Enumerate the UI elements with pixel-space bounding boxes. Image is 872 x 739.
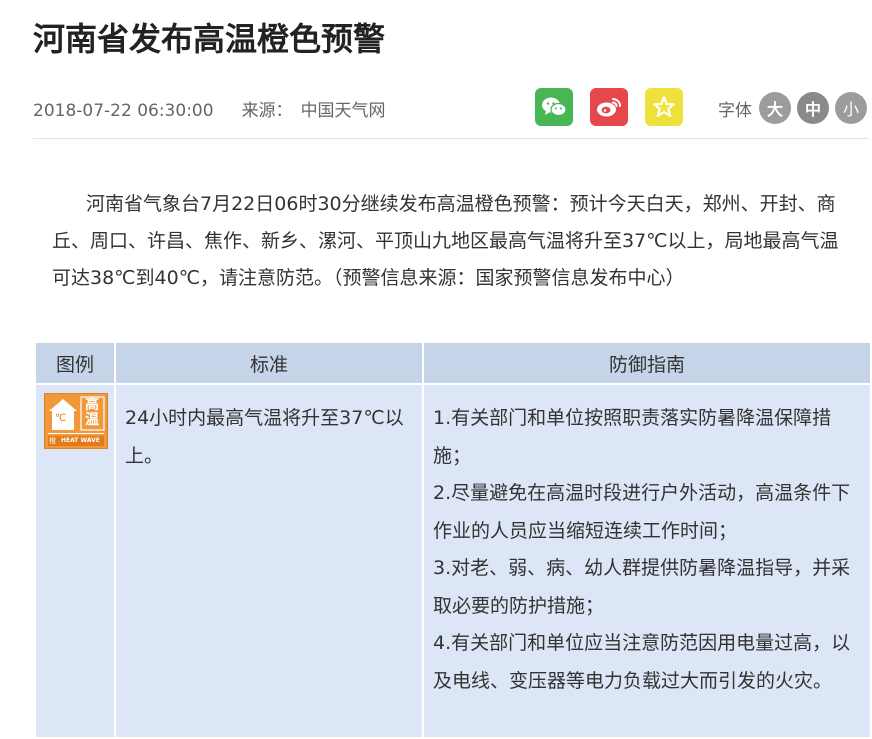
font-size-label: 字体	[718, 101, 752, 121]
guide-item-4: 4.有关部门和单位应当注意防范因用电量过高，以及电线、变压器等电力负载过大而引发…	[433, 632, 851, 692]
icon-caption: HEAT WAVE	[61, 437, 100, 444]
source-value[interactable]: 中国天气网	[301, 101, 386, 121]
article-meta: 2018-07-22 06:30:00 来源： 中国天气网	[33, 96, 386, 121]
legend-cell: 高 温 ℃ 橙 HEAT WAVE	[34, 383, 116, 739]
header-guide: 防御指南	[422, 341, 872, 385]
wechat-share-button[interactable]	[535, 88, 573, 126]
guide-item-1: 1.有关部门和单位按照职责落实防暑降温保障措施；	[433, 407, 832, 467]
wechat-icon	[542, 97, 567, 117]
guide-item-3: 3.对老、弱、病、幼人群提供防暑降温指导，并采取必要的防护措施；	[433, 557, 851, 617]
source-label: 来源：	[241, 101, 293, 121]
icon-text-bottom: 温	[85, 412, 99, 428]
header-standard: 标准	[114, 341, 424, 385]
weibo-share-button[interactable]	[590, 88, 628, 126]
warning-table: 图例 标准 防御指南 高 温 ℃ 橙 HEAT WAVE 24小时内最高气温将升…	[34, 341, 872, 739]
guide-item-2: 2.尽量避免在高温时段进行户外活动，高温条件下作业的人员应当缩短连续工作时间；	[433, 482, 851, 542]
font-size-large-button[interactable]: 大	[759, 92, 791, 124]
heat-wave-orange-warning-icon: 高 温 ℃ 橙 HEAT WAVE	[44, 393, 108, 449]
favorite-button[interactable]	[645, 88, 683, 126]
article-title: 河南省发布高温橙色预警	[33, 20, 386, 58]
weibo-icon	[597, 98, 621, 117]
icon-level: 橙	[49, 437, 56, 445]
meta-divider	[33, 138, 869, 139]
font-size-medium-button[interactable]: 中	[797, 92, 829, 124]
article-body: 河南省气象台7月22日06时30分继续发布高温橙色预警：预计今天白天，郑州、开封…	[52, 186, 852, 297]
favorite-star-icon	[653, 96, 675, 117]
icon-text-top: 高	[85, 397, 99, 413]
standard-text: 24小时内最高气温将升至37℃以上。	[125, 407, 404, 467]
header-legend: 图例	[34, 341, 116, 385]
table-header-row: 图例 标准 防御指南	[34, 341, 872, 385]
standard-cell: 24小时内最高气温将升至37℃以上。	[114, 383, 424, 739]
table-row: 高 温 ℃ 橙 HEAT WAVE 24小时内最高气温将升至37℃以上。 1.有…	[34, 383, 872, 739]
guide-cell: 1.有关部门和单位按照职责落实防暑降温保障措施； 2.尽量避免在高温时段进行户外…	[422, 383, 872, 739]
icon-unit: ℃	[55, 413, 67, 424]
publish-date: 2018-07-22 06:30:00	[33, 101, 214, 121]
article-body-text: 河南省气象台7月22日06时30分继续发布高温橙色预警：预计今天白天，郑州、开封…	[52, 193, 839, 289]
font-size-small-button[interactable]: 小	[835, 92, 867, 124]
